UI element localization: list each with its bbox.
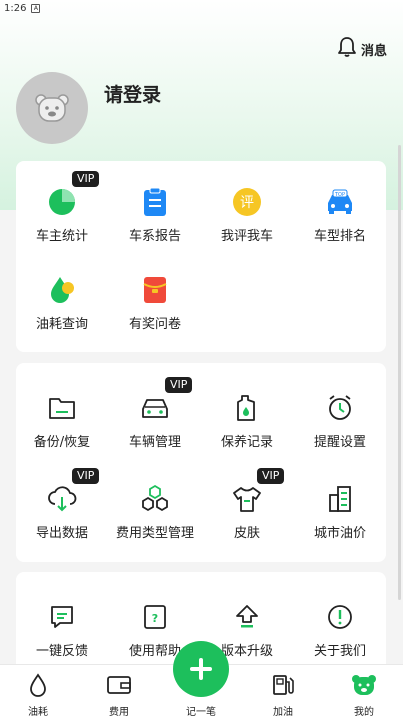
grid-item-reminder[interactable]: 提醒设置	[294, 385, 386, 465]
grid-item-label: 我评我车	[220, 229, 273, 244]
tab-refuel[interactable]: 加油	[253, 673, 313, 718]
wallet-icon	[106, 673, 132, 701]
grid-item-label: 导出数据	[35, 526, 88, 541]
grid-item-review-car[interactable]: 评 我评我车	[201, 179, 293, 259]
car-icon	[138, 391, 172, 425]
report-clipboard-icon	[138, 185, 172, 219]
tab-label: 加油	[273, 707, 293, 718]
login-link[interactable]: 请登录	[104, 80, 161, 107]
bell-icon	[337, 36, 357, 62]
fuel-drop-icon	[45, 273, 79, 307]
grid-item-label: 皮肤	[233, 526, 260, 541]
svg-text:TOP: TOP	[334, 192, 345, 198]
alarm-clock-icon	[323, 391, 357, 425]
grid-item-owner-stats[interactable]: VIP 车主统计	[16, 171, 108, 259]
pie-chart-icon	[45, 185, 79, 219]
upgrade-icon	[230, 600, 264, 634]
grid-item-feedback[interactable]: 一键反馈	[16, 594, 108, 674]
vip-badge: VIP	[165, 377, 193, 393]
feedback-icon	[45, 600, 79, 634]
avatar[interactable]	[16, 72, 88, 144]
building-icon	[323, 482, 357, 516]
grid-item-export[interactable]: VIP 导出数据	[16, 468, 108, 556]
tab-label: 我的	[354, 707, 374, 718]
grid-item-label: 有奖问卷	[128, 317, 181, 332]
gas-pump-icon	[270, 673, 296, 701]
grid-item-label: 城市油价	[313, 526, 366, 541]
grid-item-label: 费用类型管理	[115, 526, 194, 541]
grid-item-label: 车主统计	[35, 229, 88, 244]
drop-icon	[27, 673, 49, 701]
tshirt-icon	[230, 482, 264, 516]
grid-item-vehicle-manage[interactable]: VIP 车辆管理	[109, 377, 201, 465]
tab-mine[interactable]: 我的	[334, 673, 394, 718]
message-label: 消息	[360, 43, 387, 59]
grid-item-expense-types[interactable]: 费用类型管理	[109, 476, 201, 556]
tab-expense[interactable]: 费用	[89, 673, 149, 718]
bear-avatar-icon	[35, 94, 69, 122]
tab-label: 费用	[109, 707, 129, 718]
hexagons-icon	[138, 482, 172, 516]
vip-badge: VIP	[257, 468, 285, 484]
tab-fuel[interactable]: 油耗	[8, 673, 68, 718]
grid-item-label: 保养记录	[220, 435, 273, 450]
grid-item-about[interactable]: 关于我们	[294, 594, 386, 674]
review-icon: 评	[230, 185, 264, 219]
grid-item-label: 关于我们	[313, 644, 366, 659]
grid-item-backup[interactable]: 备份/恢复	[16, 385, 108, 465]
grid-item-model-ranking[interactable]: TOP 车型排名	[294, 179, 386, 259]
vip-badge: VIP	[72, 468, 100, 484]
grid-item-label: 车系报告	[128, 229, 181, 244]
status-time: 1:26	[4, 2, 27, 14]
red-envelope-icon	[138, 273, 172, 307]
tools-card: 备份/恢复 VIP 车辆管理 保养记录 提醒设置 VIP 导出数据 费用类型管理…	[16, 363, 386, 562]
grid-item-fuel-query[interactable]: 油耗查询	[16, 267, 108, 347]
grid-item-city-fuel-price[interactable]: 城市油价	[294, 476, 386, 556]
grid-item-series-report[interactable]: 车系报告	[109, 179, 201, 259]
grid-item-label: 提醒设置	[313, 435, 366, 450]
folder-icon	[45, 391, 79, 425]
grid-item-skin[interactable]: VIP 皮肤	[201, 468, 293, 556]
grid-item-label: 油耗查询	[35, 317, 88, 332]
grid-item-label: 一键反馈	[35, 644, 88, 659]
tab-label: 油耗	[28, 707, 48, 718]
grid-item-label: 使用帮助	[128, 644, 181, 659]
grid-item-maintenance[interactable]: 保养记录	[201, 385, 293, 465]
car-top-ranking-icon: TOP	[323, 185, 357, 219]
grid-item-label: 车型排名	[313, 229, 366, 244]
cloud-download-icon	[45, 482, 79, 516]
bear-icon	[351, 673, 377, 701]
grid-item-label: 备份/恢复	[33, 435, 91, 450]
info-icon	[323, 600, 357, 634]
svg-text:评: 评	[240, 195, 254, 211]
grid-item-label: 版本升级	[220, 644, 273, 659]
grid-item-survey[interactable]: 有奖问卷	[109, 267, 201, 347]
plus-icon	[190, 658, 212, 680]
add-record-button[interactable]	[173, 641, 229, 697]
svg-text:?: ?	[152, 612, 158, 625]
help-icon: ?	[138, 600, 172, 634]
feature-card: VIP 车主统计 车系报告 评 我评我车 TOP 车型排名 油耗查询 有奖问卷	[16, 161, 386, 352]
oil-bottle-icon	[230, 391, 264, 425]
status-bar: 1:26 A	[0, 0, 403, 16]
message-button[interactable]: 消息	[337, 36, 387, 62]
vip-badge: VIP	[72, 171, 100, 187]
add-record-label: 记一笔	[186, 707, 216, 718]
grid-item-label: 车辆管理	[128, 435, 181, 450]
sim-icon: A	[31, 3, 41, 13]
scrollbar[interactable]	[398, 145, 401, 600]
